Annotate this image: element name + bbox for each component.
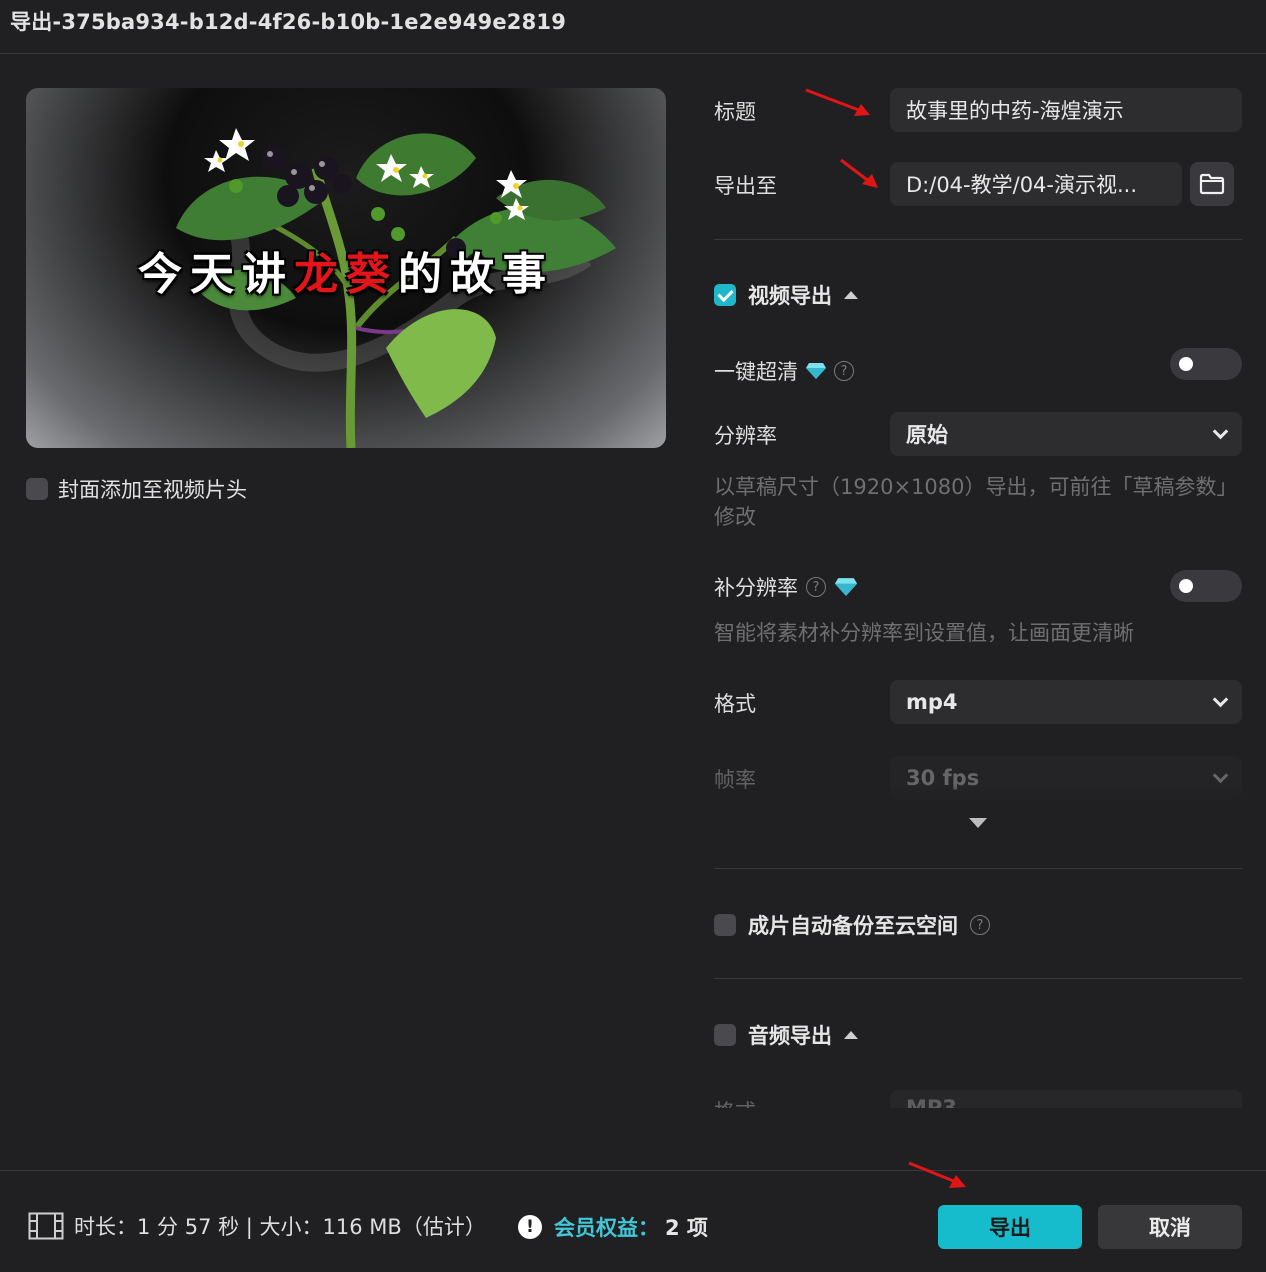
caption-text-before: 今天讲 [138, 249, 294, 300]
annotation-arrow-icon [840, 158, 878, 188]
format-label: 格式 [714, 692, 756, 716]
video-export-checkbox[interactable] [714, 284, 736, 306]
export-button[interactable]: 导出 [938, 1205, 1082, 1249]
collapse-arrow-icon[interactable] [844, 1031, 858, 1039]
member-benefits-count: 2 项 [665, 1216, 708, 1240]
caption-text-highlight: 龙葵 [294, 249, 398, 300]
window-title: 导出-375ba934-b12d-4f26-b10b-1e2e949e2819 [10, 10, 567, 34]
audio-export-checkbox[interactable] [714, 1024, 736, 1046]
annotation-arrow-icon [908, 1161, 966, 1188]
preview-caption: 今天讲龙葵的故事 [26, 238, 666, 302]
chevron-down-icon [1212, 423, 1229, 440]
audio-format-row-clipped: 格式 MP3 [700, 1090, 1266, 1108]
help-icon[interactable]: ? [806, 577, 826, 597]
resolution-hint: 以草稿尺寸（1920×1080）导出，可前往「草稿参数」修改 [714, 475, 1227, 529]
toggle-knob [1179, 357, 1193, 371]
cloud-backup-checkbox[interactable] [714, 914, 736, 936]
browse-folder-button[interactable] [1190, 162, 1234, 206]
audio-format-value: MP3 [906, 1096, 957, 1108]
cloud-backup-row[interactable]: 成片自动备份至云空间 ? [714, 910, 990, 940]
title-bar: 导出-375ba934-b12d-4f26-b10b-1e2e949e2819 [0, 0, 1266, 54]
format-select[interactable]: mp4 [890, 680, 1242, 724]
super-res-row: 补分辨率 ? [714, 572, 858, 602]
export-path-value: D:/04-教学/04-演示视... [906, 173, 1138, 197]
resolution-select[interactable]: 原始 [890, 412, 1242, 456]
one-click-hd-label: 一键超清 [714, 360, 798, 384]
video-export-section-header[interactable]: 视频导出 [714, 280, 858, 310]
one-click-hd-toggle[interactable] [1170, 348, 1242, 380]
annotation-arrow-icon [805, 88, 870, 116]
vip-diamond-icon [834, 578, 858, 596]
resolution-value: 原始 [906, 423, 948, 447]
format-value: mp4 [906, 690, 958, 714]
cloud-backup-label: 成片自动备份至云空间 [748, 914, 958, 938]
chevron-down-icon [1212, 691, 1229, 708]
member-benefits[interactable]: ! 会员权益： 2 项 [518, 1212, 708, 1242]
cancel-button[interactable]: 取消 [1098, 1205, 1242, 1249]
divider [714, 978, 1242, 979]
divider [714, 868, 1242, 869]
member-benefits-label: 会员权益： [554, 1216, 659, 1240]
toggle-knob [1179, 579, 1193, 593]
caption-text-after: 的故事 [398, 249, 554, 300]
title-input[interactable]: 故事里的中药-海煌演示 [890, 88, 1242, 132]
video-export-label: 视频导出 [748, 284, 832, 308]
framerate-value: 30 fps [906, 766, 980, 790]
help-icon[interactable]: ? [834, 361, 854, 381]
audio-export-section-header[interactable]: 音频导出 [714, 1020, 858, 1050]
help-icon[interactable]: ? [970, 915, 990, 935]
export-info: 时长：1 分 57 秒 | 大小：116 MB（估计） [28, 1211, 486, 1241]
divider [714, 239, 1242, 240]
film-icon [28, 1212, 64, 1240]
expand-more-icon[interactable] [969, 818, 987, 828]
vip-diamond-icon [806, 363, 826, 379]
framerate-label: 帧率 [714, 768, 756, 792]
collapse-arrow-icon[interactable] [844, 291, 858, 299]
audio-export-label: 音频导出 [748, 1024, 832, 1048]
framerate-select[interactable]: 30 fps [890, 756, 1242, 800]
audio-format-label: 格式 [714, 1096, 756, 1108]
super-res-label: 补分辨率 [714, 576, 798, 600]
export-to-label: 导出至 [714, 174, 777, 198]
chevron-down-icon [1212, 767, 1229, 784]
resolution-label: 分辨率 [714, 424, 777, 448]
export-path-input[interactable]: D:/04-教学/04-演示视... [890, 162, 1182, 206]
duration-size-text: 时长：1 分 57 秒 | 大小：116 MB（估计） [74, 1215, 486, 1239]
alert-icon: ! [518, 1215, 542, 1239]
footer: 时长：1 分 57 秒 | 大小：116 MB（估计） ! 会员权益： 2 项 导… [0, 1170, 1266, 1272]
folder-icon [1199, 173, 1225, 195]
cover-to-intro-checkbox[interactable]: 封面添加至视频片头 [26, 474, 247, 504]
one-click-hd-row: 一键超清 ? [714, 356, 854, 386]
super-res-toggle[interactable] [1170, 570, 1242, 602]
audio-format-select[interactable]: MP3 [890, 1090, 1242, 1108]
video-preview: 今天讲龙葵的故事 [26, 88, 666, 448]
cover-to-intro-label: 封面添加至视频片头 [58, 478, 247, 502]
super-res-hint: 智能将素材补分辨率到设置值，让画面更清晰 [714, 621, 1134, 645]
title-label: 标题 [714, 100, 756, 124]
title-input-value: 故事里的中药-海煌演示 [906, 99, 1124, 123]
checkbox-box[interactable] [26, 478, 48, 500]
